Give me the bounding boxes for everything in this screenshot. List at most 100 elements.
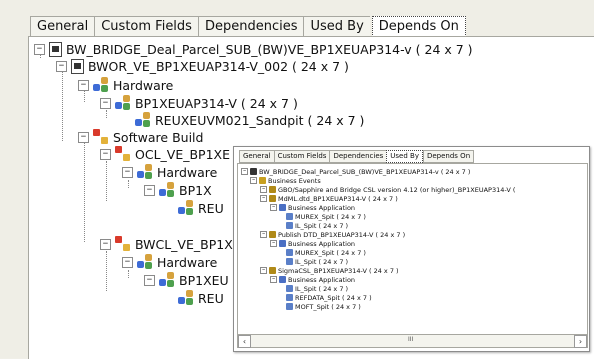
popup-tree-row[interactable]: MOFT_Spit ( 24 x 7 ) [286, 302, 361, 311]
popup-tree-row[interactable]: − BW_BRIDGE_Deal_Parcel_SUB_(BW)VE_BP1XE… [241, 167, 470, 176]
collapse-icon[interactable]: − [78, 79, 89, 91]
scroll-left-icon[interactable]: ‹ [238, 335, 251, 348]
popup-tree-row[interactable]: − Business Events [250, 176, 321, 185]
tree-row-label: REU [198, 200, 224, 216]
tree-row[interactable]: − BP1XEU [144, 271, 229, 289]
tree-row[interactable]: REUXEUVM021_Sandpit ( 24 x 7 ) [135, 111, 364, 129]
network-icon [159, 182, 175, 198]
gear-icon [279, 240, 286, 247]
collapse-icon[interactable]: − [56, 60, 67, 72]
popup-tree-row-label: Publish DTD_BP1XEUAP314-V ( 24 x 7 ) [278, 230, 406, 239]
tree-row-label: BP1X [179, 182, 212, 198]
popup-tree-row[interactable]: − SigmaCSL_BP1XEUAP314-V ( 24 x 7 ) [260, 266, 399, 275]
popup-tab-general[interactable]: General [239, 150, 274, 163]
tree-row[interactable]: − Hardware [122, 163, 217, 181]
tree-row-label: BP1XEU [179, 272, 229, 288]
popup-tree-row-label: REFDATA_Spit ( 24 x 7 ) [295, 293, 372, 302]
collapse-icon[interactable]: − [144, 274, 155, 286]
tree-row[interactable]: − OCL_VE_BP1XE [100, 145, 230, 163]
popup-tree-row[interactable]: MUREX_Spit ( 24 x 7 ) [286, 212, 366, 221]
popup-tree-row[interactable]: − Business Application [270, 203, 355, 212]
popup-tree-row-label: BW_BRIDGE_Deal_Parcel_SUB_(BW)VE_BP1XEUA… [259, 167, 471, 176]
network-icon [178, 200, 194, 216]
popup-tree-row[interactable]: IL_Spit ( 24 x 7 ) [286, 221, 348, 230]
collapse-icon[interactable]: − [122, 256, 133, 268]
collapse-icon[interactable]: − [122, 166, 133, 178]
scroll-grip[interactable]: III [408, 336, 413, 343]
collapse-icon[interactable]: − [34, 43, 45, 55]
network-icon [137, 254, 153, 270]
collapse-icon[interactable]: − [270, 240, 277, 247]
network-icon [137, 164, 153, 180]
tab-dependencies[interactable]: Dependencies [197, 16, 304, 38]
popup-tree-row[interactable]: − Business Application [270, 239, 355, 248]
collapse-icon[interactable]: − [241, 168, 248, 175]
tree-row[interactable]: − BWCL_VE_BP1X [100, 235, 233, 253]
popup-tree-row[interactable]: − MdML.dtd_BP1XEUAP314-V ( 24 x 7 ) [260, 194, 398, 203]
gear-icon [279, 276, 286, 283]
collapse-icon[interactable]: − [250, 177, 257, 184]
popup-tree-row-label: IL_Spit ( 24 x 7 ) [295, 221, 349, 230]
collapse-icon[interactable]: − [260, 267, 267, 274]
document-icon [250, 168, 257, 175]
software-icon [115, 236, 131, 252]
network-icon [115, 95, 131, 111]
tree-row-label: Hardware [157, 254, 218, 270]
collapse-icon[interactable]: − [260, 186, 267, 193]
collapse-icon[interactable]: − [144, 184, 155, 196]
collapse-icon[interactable]: − [100, 148, 111, 160]
tree-connector [128, 270, 129, 278]
collapse-icon[interactable]: − [78, 131, 89, 143]
popup-tree-row[interactable]: MUREX_Spit ( 24 x 7 ) [286, 248, 366, 257]
popup-tree-row[interactable]: IL_Spit ( 24 x 7 ) [286, 257, 348, 266]
collapse-icon[interactable]: − [270, 276, 277, 283]
popup-tab-custom-fields[interactable]: Custom Fields [273, 150, 330, 163]
popup-tree-row[interactable]: − GBO/Sapphire and Bridge CSL version 4.… [260, 185, 515, 194]
tree-row-label: BWCL_VE_BP1X [135, 236, 233, 252]
popup-tree-row-label: Business Application [288, 203, 356, 212]
gear-icon [286, 213, 293, 220]
tree-row[interactable]: − Hardware [122, 253, 217, 271]
tree-row[interactable]: − BW_BRIDGE_Deal_Parcel_SUB_(BW)VE_BP1XE… [34, 40, 473, 58]
network-icon [135, 112, 151, 128]
tree-row[interactable]: − Hardware [78, 76, 173, 94]
gear-icon [286, 249, 293, 256]
tree-connector [84, 142, 85, 242]
tab-custom-fields[interactable]: Custom Fields [94, 16, 198, 38]
tree-row[interactable]: − BWOR_VE_BP1XEUAP314-V_002 ( 24 x 7 ) [56, 57, 349, 75]
tree-row-label: REUXEUVM021_Sandpit ( 24 x 7 ) [155, 112, 365, 128]
scroll-right-icon[interactable]: › [574, 335, 587, 348]
tree-row-label: BW_BRIDGE_Deal_Parcel_SUB_(BW)VE_BP1XEUA… [66, 41, 473, 57]
popup-tree-row-label: MUREX_Spit ( 24 x 7 ) [295, 248, 366, 257]
tree-row[interactable]: − Software Build [78, 128, 203, 146]
popup-tree-row[interactable]: IL_Spit ( 24 x 7 ) [286, 284, 348, 293]
popup-tree-row[interactable]: − Publish DTD_BP1XEUAP314-V ( 24 x 7 ) [260, 230, 405, 239]
horizontal-scrollbar[interactable]: ‹ III › [237, 334, 588, 348]
tree-row[interactable]: REU [178, 199, 224, 217]
popup-tab-dependencies[interactable]: Dependencies [329, 150, 387, 163]
event-icon [259, 177, 266, 184]
tab-used-by[interactable]: Used By [303, 16, 370, 38]
popup-tab-depends-on[interactable]: Depends On [422, 150, 475, 163]
network-icon [93, 77, 109, 93]
collapse-icon[interactable]: − [260, 195, 267, 202]
event-icon [269, 195, 276, 202]
tree-row[interactable]: REU [178, 289, 224, 307]
collapse-icon[interactable]: − [100, 238, 111, 250]
popup-tab-strip: General Custom Fields Dependencies Used … [239, 150, 475, 163]
collapse-icon[interactable]: − [260, 231, 267, 238]
popup-tree-row-label: Business Events [268, 176, 321, 185]
collapse-icon[interactable]: − [100, 97, 111, 109]
tab-strip: General Custom Fields Dependencies Used … [30, 16, 466, 39]
document-icon [49, 41, 62, 57]
network-icon [178, 290, 194, 306]
tree-row[interactable]: − BP1XEUAP314-V ( 24 x 7 ) [100, 94, 298, 112]
popup-tree-row[interactable]: REFDATA_Spit ( 24 x 7 ) [286, 293, 372, 302]
popup-tree-row-label: IL_Spit ( 24 x 7 ) [295, 257, 349, 266]
tab-general[interactable]: General [30, 16, 95, 38]
popup-tree-row-label: MdML.dtd_BP1XEUAP314-V ( 24 x 7 ) [278, 194, 398, 203]
popup-tab-used-by[interactable]: Used By [386, 150, 423, 163]
collapse-icon[interactable]: − [270, 204, 277, 211]
tree-row[interactable]: − BP1X [144, 181, 212, 199]
popup-tree-row[interactable]: − Business Application [270, 275, 355, 284]
